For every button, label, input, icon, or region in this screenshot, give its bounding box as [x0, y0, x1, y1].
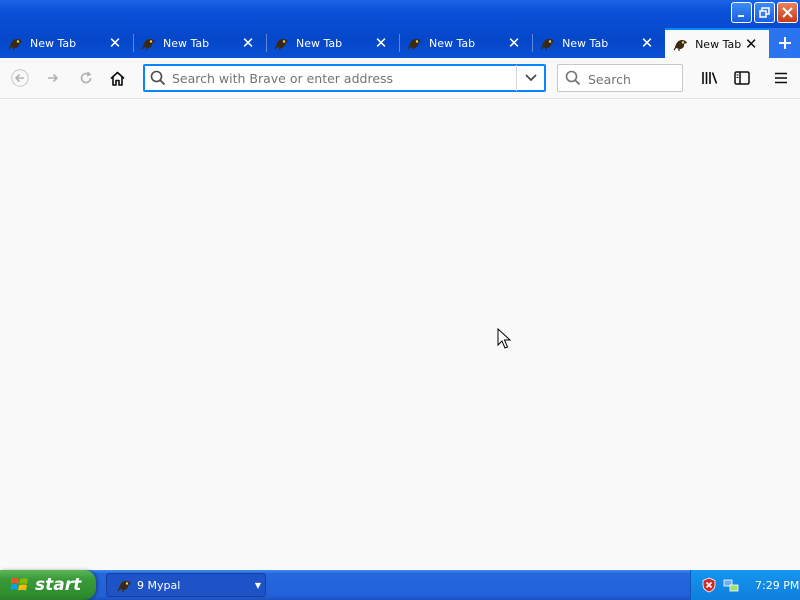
close-window-button[interactable] [777, 2, 798, 23]
tab[interactable]: New Tab ✕ [399, 28, 532, 58]
tab-label: New Tab [163, 36, 210, 50]
mypal-favicon-icon [117, 581, 131, 592]
mypal-favicon-icon [540, 39, 555, 50]
new-tab-button[interactable] [769, 28, 800, 58]
address-bar[interactable] [143, 64, 546, 92]
restore-button[interactable] [754, 2, 775, 23]
tab-label: New Tab [562, 36, 609, 50]
tab-label: New Tab [296, 36, 343, 50]
network-icon[interactable] [723, 577, 739, 593]
system-tray: 7:29 PM [690, 570, 800, 600]
reload-icon [80, 71, 92, 84]
start-button[interactable]: start [0, 570, 96, 600]
tab-active[interactable]: New Tab ✕ [665, 28, 770, 58]
library-icon [702, 72, 718, 84]
taskbar: start 9 Mypal ▼ 7:29 PM [0, 570, 800, 600]
search-bar[interactable] [557, 64, 683, 92]
mypal-favicon-icon [407, 39, 422, 50]
tab-label: New Tab [429, 36, 476, 50]
mypal-favicon-icon [141, 39, 156, 50]
tab[interactable]: New Tab ✕ [0, 28, 133, 58]
close-tab-icon[interactable]: ✕ [743, 36, 759, 52]
url-dropdown-button[interactable] [516, 65, 545, 91]
windows-logo-icon [10, 578, 28, 591]
close-tab-icon[interactable]: ✕ [506, 35, 522, 51]
mouse-cursor-icon [497, 328, 511, 349]
mypal-favicon-icon [673, 40, 688, 51]
chevron-down-icon [525, 74, 537, 82]
back-button[interactable] [8, 66, 32, 90]
search-icon [565, 70, 581, 86]
forward-arrow-icon [48, 73, 59, 83]
minimize-button[interactable] [731, 2, 752, 23]
chevron-down-icon: ▼ [254, 580, 261, 590]
close-tab-icon[interactable]: ✕ [639, 35, 655, 51]
sidebar-toggle-button[interactable] [730, 66, 754, 90]
search-icon [150, 70, 166, 86]
tab-label: New Tab [695, 37, 742, 51]
home-button[interactable] [105, 66, 129, 90]
home-icon [109, 71, 125, 86]
title-bar: New Tab ✕ New Tab ✕ New Tab ✕ New Tab ✕ … [0, 0, 800, 58]
sidebar-icon [734, 71, 750, 85]
close-tab-icon[interactable]: ✕ [373, 35, 389, 51]
address-input[interactable] [170, 67, 514, 89]
mypal-favicon-icon [8, 39, 22, 50]
taskbar-mypal-group[interactable]: 9 Mypal ▼ [106, 573, 266, 597]
window-controls [731, 2, 798, 23]
close-tab-icon[interactable]: ✕ [240, 35, 256, 51]
tab[interactable]: New Tab ✕ [266, 28, 399, 58]
tab[interactable]: New Tab ✕ [532, 28, 665, 58]
page-content[interactable] [0, 99, 800, 570]
security-alert-icon[interactable] [701, 577, 717, 593]
tab-label: New Tab [30, 36, 77, 50]
library-button[interactable] [698, 66, 722, 90]
search-input[interactable] [586, 67, 682, 91]
plus-icon [778, 37, 791, 49]
menu-button[interactable] [769, 66, 793, 90]
reload-button[interactable] [74, 66, 98, 90]
forward-button[interactable] [41, 66, 65, 90]
navigation-toolbar [0, 58, 800, 99]
start-label: start [35, 575, 82, 595]
clock[interactable]: 7:29 PM [755, 579, 799, 592]
hamburger-menu-icon [775, 72, 787, 84]
back-arrow-icon [11, 69, 29, 87]
mypal-favicon-icon [274, 39, 289, 50]
task-label: 9 Mypal [137, 578, 181, 592]
tab-strip: New Tab ✕ New Tab ✕ New Tab ✕ New Tab ✕ … [0, 28, 800, 58]
tab[interactable]: New Tab ✕ [133, 28, 266, 58]
close-tab-icon[interactable]: ✕ [107, 35, 123, 51]
